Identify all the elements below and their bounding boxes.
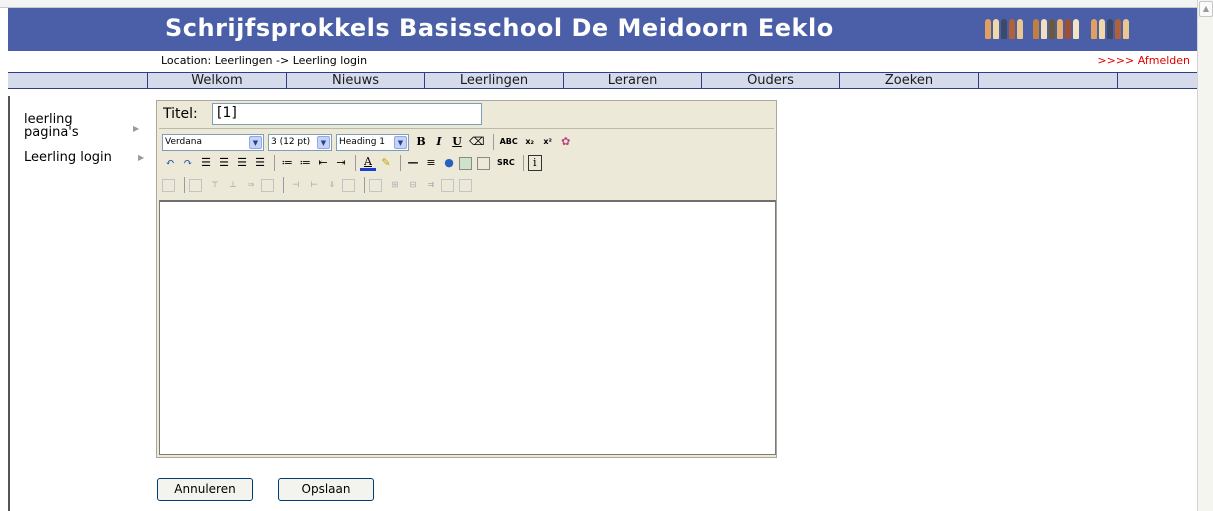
undo-icon[interactable]: ↶ xyxy=(162,154,178,172)
superscript-icon[interactable]: x² xyxy=(540,133,556,151)
nav-empty-cell xyxy=(979,73,1118,88)
scroll-up-icon[interactable]: ▲ xyxy=(1199,1,1213,17)
insert-col-after-icon[interactable]: ⊢ xyxy=(306,176,322,194)
align-justify-icon[interactable]: ☰ xyxy=(252,154,268,172)
vertical-scrollbar[interactable]: ▲ xyxy=(1197,0,1213,511)
separator xyxy=(522,155,524,171)
separator xyxy=(184,177,185,193)
site-title: Schrijfsprokkels Basisschool De Meidoorn… xyxy=(165,14,834,42)
insert-col-before-icon[interactable]: ⊣ xyxy=(288,176,304,194)
cancel-button[interactable]: Annuleren xyxy=(157,478,253,501)
delete-col-icon[interactable]: ⇓ xyxy=(324,176,340,194)
font-family-select[interactable]: Verdana ▼ xyxy=(162,133,264,151)
chevron-down-icon: ▼ xyxy=(317,135,330,149)
kids-logo-3 xyxy=(1091,19,1129,41)
editor-content-area[interactable] xyxy=(159,200,776,455)
main-nav: Welkom Nieuws Leerlingen Leraren Ouders … xyxy=(8,72,1197,89)
outdent-icon[interactable]: ⇤ xyxy=(315,154,331,172)
chevron-right-icon: ▶ xyxy=(133,124,140,133)
align-right-icon[interactable]: ☰ xyxy=(234,154,250,172)
breadcrumb: Location: Leerlingen -> Leerling login xyxy=(161,54,368,67)
eraser-icon[interactable]: ⌫ xyxy=(467,133,487,151)
menu-item-label: pagina's xyxy=(24,125,79,140)
nav-item-ouders[interactable]: Ouders xyxy=(702,73,840,88)
location-bar: Location: Leerlingen -> Leerling login >… xyxy=(8,51,1197,72)
nav-item-welkom[interactable]: Welkom xyxy=(148,73,287,88)
editor-toolbar: Verdana ▼ 3 (12 pt) ▼ Heading 1 ▼ B I U ⌫ A… xyxy=(159,128,774,198)
editor-panel: Titel: [1] Verdana ▼ 3 (12 pt) ▼ Heading 1… xyxy=(156,100,777,458)
insert-row-after-icon[interactable]: ⊥ xyxy=(225,176,241,194)
cell-props-icon[interactable] xyxy=(369,178,382,192)
table-grid-icon[interactable] xyxy=(459,178,472,192)
nav-empty-cell xyxy=(1118,73,1197,88)
chevron-right-icon: ▶ xyxy=(138,153,145,162)
unordered-list-icon[interactable]: ≔ xyxy=(297,154,313,172)
kids-logo-1 xyxy=(985,19,1023,41)
nav-item-nieuws[interactable]: Nieuws xyxy=(287,73,425,88)
nav-item-leraren[interactable]: Leraren xyxy=(564,73,702,88)
row-props-icon[interactable] xyxy=(189,178,202,192)
line-icon[interactable]: ≡ xyxy=(423,154,439,172)
redo-icon[interactable]: ↷ xyxy=(180,154,196,172)
bold-button[interactable]: B xyxy=(413,133,429,151)
separator xyxy=(492,134,494,150)
delete-row-icon[interactable]: ⇒ xyxy=(243,176,259,194)
toolbar-row-3: ⊤ ⊥ ⇒ ⊣ ⊢ ⇓ ⊞ ⊟ ⇉ xyxy=(162,175,477,195)
link-icon[interactable]: ● xyxy=(441,154,457,172)
nav-item-leerlingen[interactable]: Leerlingen xyxy=(425,73,564,88)
block-format-select[interactable]: Heading 1 ▼ xyxy=(336,133,409,151)
text-color-icon[interactable]: A xyxy=(360,155,376,171)
header-banner: Schrijfsprokkels Basisschool De Meidoorn… xyxy=(8,8,1197,51)
align-center-icon[interactable]: ☰ xyxy=(216,154,232,172)
nav-spacer xyxy=(8,73,148,88)
browser-top-strip xyxy=(0,0,1197,8)
subscript-icon[interactable]: x₂ xyxy=(522,133,538,151)
left-menu: leerling pagina's ▶ Leerling login ▶ xyxy=(8,96,146,511)
title-label: Titel: xyxy=(163,106,198,122)
page: Schrijfsprokkels Basisschool De Meidoorn… xyxy=(0,0,1213,511)
underline-button[interactable]: U xyxy=(449,133,465,151)
toolbar-row-2: ↶ ↷ ☰ ☰ ☰ ☰ ≔ ≔ ⇤ ⇥ A ✎ — ≡ ● SRC i xyxy=(162,153,544,173)
source-icon[interactable]: SRC xyxy=(495,154,517,172)
spellcheck-icon[interactable]: ABC xyxy=(498,133,520,151)
title-input[interactable]: [1] xyxy=(212,103,482,125)
split-cells-icon[interactable] xyxy=(441,178,454,192)
highlight-icon[interactable]: ✎ xyxy=(378,154,394,172)
image-icon[interactable] xyxy=(459,156,472,170)
nav-item-zoeken[interactable]: Zoeken xyxy=(840,73,979,88)
indent-icon[interactable]: ⇥ xyxy=(333,154,349,172)
separator xyxy=(274,155,275,171)
align-left-icon[interactable]: ☰ xyxy=(198,154,214,172)
merge-cells-icon[interactable]: ⇉ xyxy=(423,176,439,194)
chevron-down-icon: ▼ xyxy=(249,135,262,149)
chevron-down-icon: ▼ xyxy=(394,135,407,149)
logout-link[interactable]: >>>> Afmelden xyxy=(1097,54,1190,67)
insert-object-icon[interactable]: ✿ xyxy=(558,133,574,151)
horizontal-rule-icon[interactable]: — xyxy=(405,154,421,172)
ordered-list-icon[interactable]: ≔ xyxy=(279,154,295,172)
table-icon[interactable] xyxy=(477,156,490,170)
italic-button[interactable]: I xyxy=(431,133,447,151)
kids-logo-2 xyxy=(1033,19,1079,41)
split-col-icon[interactable] xyxy=(342,178,355,192)
toolbar-row-1: Verdana ▼ 3 (12 pt) ▼ Heading 1 ▼ B I U ⌫ A… xyxy=(162,132,576,152)
separator xyxy=(283,177,284,193)
separator xyxy=(364,177,365,193)
separator xyxy=(400,155,401,171)
split-row-icon[interactable] xyxy=(261,178,274,192)
table-props-icon[interactable] xyxy=(162,178,175,192)
separator xyxy=(355,155,356,171)
delete-cell-icon[interactable]: ⊟ xyxy=(405,176,421,194)
insert-cell-icon[interactable]: ⊞ xyxy=(387,176,403,194)
info-icon[interactable]: i xyxy=(527,155,542,171)
menu-item-leerling-paginas[interactable]: leerling pagina's xyxy=(24,112,79,140)
insert-row-before-icon[interactable]: ⊤ xyxy=(207,176,223,194)
save-button[interactable]: Opslaan xyxy=(278,478,374,501)
font-size-select[interactable]: 3 (12 pt) ▼ xyxy=(268,133,332,151)
menu-item-leerling-login[interactable]: Leerling login xyxy=(24,150,112,165)
